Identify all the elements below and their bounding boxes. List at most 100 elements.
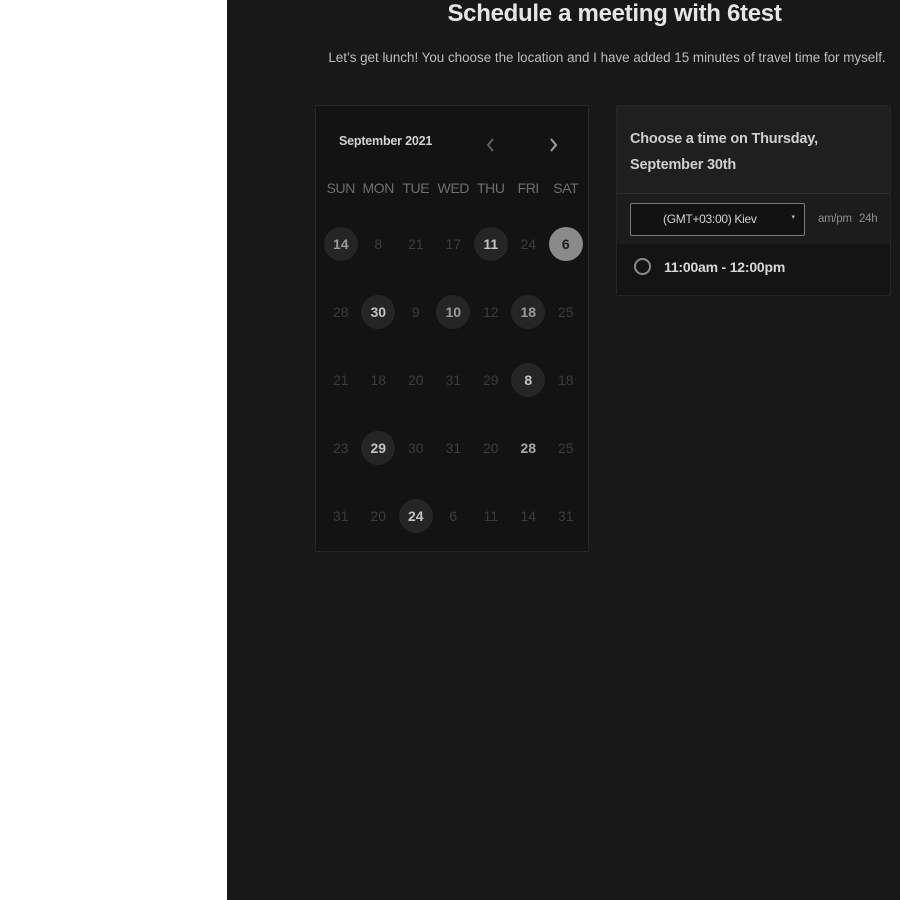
weekday-label: MON bbox=[362, 180, 395, 196]
calendar-day-available[interactable]: 11 bbox=[473, 227, 508, 261]
calendar-day-available[interactable]: 24 bbox=[398, 499, 433, 533]
calendar-day-cell: 11 bbox=[472, 222, 510, 266]
page-title: Schedule a meeting with 6test bbox=[447, 0, 782, 27]
weekday-label: FRI bbox=[517, 180, 540, 196]
weekday-label: THU bbox=[476, 180, 505, 196]
calendar-day-available[interactable]: 10 bbox=[436, 295, 471, 329]
calendar-day: 28 bbox=[520, 440, 537, 456]
month-label: September 2021 bbox=[339, 134, 433, 148]
calendar-day-cell: 28 bbox=[322, 290, 360, 334]
calendar-day-cell: 24 bbox=[397, 494, 435, 538]
calendar-day: 23 bbox=[332, 440, 349, 456]
calendar-day: 20 bbox=[407, 372, 424, 388]
calendar-day: 20 bbox=[370, 508, 387, 524]
format-ampm-toggle[interactable]: am/pm bbox=[818, 213, 852, 225]
calendar-day-cell: 18 bbox=[510, 290, 548, 334]
calendar-day-cell: 21 bbox=[322, 358, 360, 402]
calendar-day-cell: 24 bbox=[510, 222, 548, 266]
calendar-day-cell: 8 bbox=[510, 358, 548, 402]
time-slot[interactable]: 11:00am - 12:00pm bbox=[617, 244, 890, 295]
calendar-day-cell: 25 bbox=[547, 426, 585, 470]
calendar-day: 30 bbox=[407, 440, 424, 456]
calendar-day: 11 bbox=[483, 508, 499, 524]
calendar-day-cell: 20 bbox=[360, 494, 398, 538]
calendar-day: 31 bbox=[445, 440, 462, 456]
calendar-week-row: 14 8 21 17 11 24 6 bbox=[322, 222, 588, 290]
calendar-day-cell: 30 bbox=[360, 290, 398, 334]
calendar-day-available[interactable]: 29 bbox=[361, 431, 396, 465]
calendar-day-available[interactable]: 14 bbox=[323, 227, 358, 261]
calendar-day-available[interactable]: 8 bbox=[511, 363, 546, 397]
calendar-day-cell: 31 bbox=[435, 358, 473, 402]
calendar-card: September 2021 SUN MON TUE WED THU FRI S… bbox=[315, 105, 589, 552]
weekday-label: SAT bbox=[553, 180, 579, 196]
calendar-day-cell: 12 bbox=[472, 290, 510, 334]
calendar-day-cell: 29 bbox=[472, 358, 510, 402]
calendar-day: 6 bbox=[449, 508, 458, 524]
format-24h-toggle[interactable]: 24h bbox=[859, 213, 878, 225]
next-month-button[interactable] bbox=[541, 133, 565, 157]
calendar-day: 31 bbox=[445, 372, 462, 388]
calendar-day: 31 bbox=[557, 508, 574, 524]
calendar-day-cell: 8 bbox=[360, 222, 398, 266]
calendar-day-cell: 23 bbox=[322, 426, 360, 470]
weekday-label: WED bbox=[437, 180, 470, 196]
calendar-day-available[interactable]: 18 bbox=[511, 295, 546, 329]
calendar-day-cell: 31 bbox=[547, 494, 585, 538]
day-grid: 14 8 21 17 11 24 6 28 30 9 10 12 18 25 21 18 20 31 29 8 18 23… bbox=[322, 222, 588, 562]
calendar-day-cell: 10 bbox=[435, 290, 473, 334]
calendar-day: 21 bbox=[332, 372, 349, 388]
calendar-day: 31 bbox=[332, 508, 349, 524]
calendar-day-cell: 28 bbox=[510, 426, 548, 470]
calendar-day-cell: 31 bbox=[435, 426, 473, 470]
page-subtitle: Let’s get lunch! You choose the location… bbox=[328, 50, 886, 65]
time-selection-card: Choose a time on Thursday, September 30t… bbox=[616, 105, 891, 296]
calendar-week-row: 31 20 24 6 11 14 31 bbox=[322, 494, 588, 562]
calendar-day-cell: 20 bbox=[472, 426, 510, 470]
calendar-day: 8 bbox=[374, 236, 383, 252]
calendar-day-cell: 11 bbox=[472, 494, 510, 538]
calendar-day-cell: 9 bbox=[397, 290, 435, 334]
time-header: Choose a time on Thursday, September 30t… bbox=[617, 106, 890, 194]
time-slot-label: 11:00am - 12:00pm bbox=[664, 259, 786, 275]
timezone-select[interactable]: (GMT+03:00) Kiev ▾ bbox=[630, 203, 805, 236]
calendar-day: 21 bbox=[407, 236, 424, 252]
calendar-day-cell: 21 bbox=[397, 222, 435, 266]
chevron-left-icon bbox=[486, 138, 494, 152]
calendar-week-row: 23 29 30 31 20 28 25 bbox=[322, 426, 588, 494]
calendar-day: 20 bbox=[482, 440, 499, 456]
calendar-day-cell: 6 bbox=[435, 494, 473, 538]
calendar-day-cell: 20 bbox=[397, 358, 435, 402]
calendar-day-selected[interactable]: 6 bbox=[548, 227, 583, 261]
calendar-day: 9 bbox=[411, 304, 420, 320]
calendar-day-cell: 30 bbox=[397, 426, 435, 470]
calendar-day-cell: 31 bbox=[322, 494, 360, 538]
calendar-day: 25 bbox=[557, 440, 574, 456]
calendar-day-cell: 17 bbox=[435, 222, 473, 266]
calendar-day: 29 bbox=[482, 372, 499, 388]
calendar-week-row: 28 30 9 10 12 18 25 bbox=[322, 290, 588, 358]
chevron-right-icon bbox=[550, 138, 558, 152]
calendar-day: 25 bbox=[557, 304, 574, 320]
left-blank-area bbox=[0, 0, 227, 900]
calendar-day-cell: 6 bbox=[547, 222, 585, 266]
scheduling-panel: Schedule a meeting with 6test Let’s get … bbox=[227, 0, 900, 900]
calendar-day-cell: 14 bbox=[510, 494, 548, 538]
calendar-day-cell: 29 bbox=[360, 426, 398, 470]
prev-month-button[interactable] bbox=[479, 133, 503, 157]
caret-down-icon: ▾ bbox=[791, 214, 795, 221]
calendar-day: 18 bbox=[370, 372, 387, 388]
calendar-day-cell: 25 bbox=[547, 290, 585, 334]
calendar-day-available[interactable]: 30 bbox=[361, 295, 396, 329]
calendar-day-cell: 18 bbox=[547, 358, 585, 402]
calendar-day: 24 bbox=[520, 236, 537, 252]
weekday-label: SUN bbox=[326, 180, 356, 196]
radio-circle-icon[interactable] bbox=[634, 258, 651, 275]
calendar-week-row: 21 18 20 31 29 8 18 bbox=[322, 358, 588, 426]
calendar-day-cell: 14 bbox=[322, 222, 360, 266]
weekday-header: SUN MON TUE WED THU FRI SAT bbox=[322, 180, 588, 196]
calendar-day: 18 bbox=[557, 372, 574, 388]
calendar-day: 14 bbox=[520, 508, 537, 524]
calendar-day: 17 bbox=[445, 236, 462, 252]
selected-date-heading: Choose a time on Thursday, September 30t… bbox=[630, 131, 818, 173]
